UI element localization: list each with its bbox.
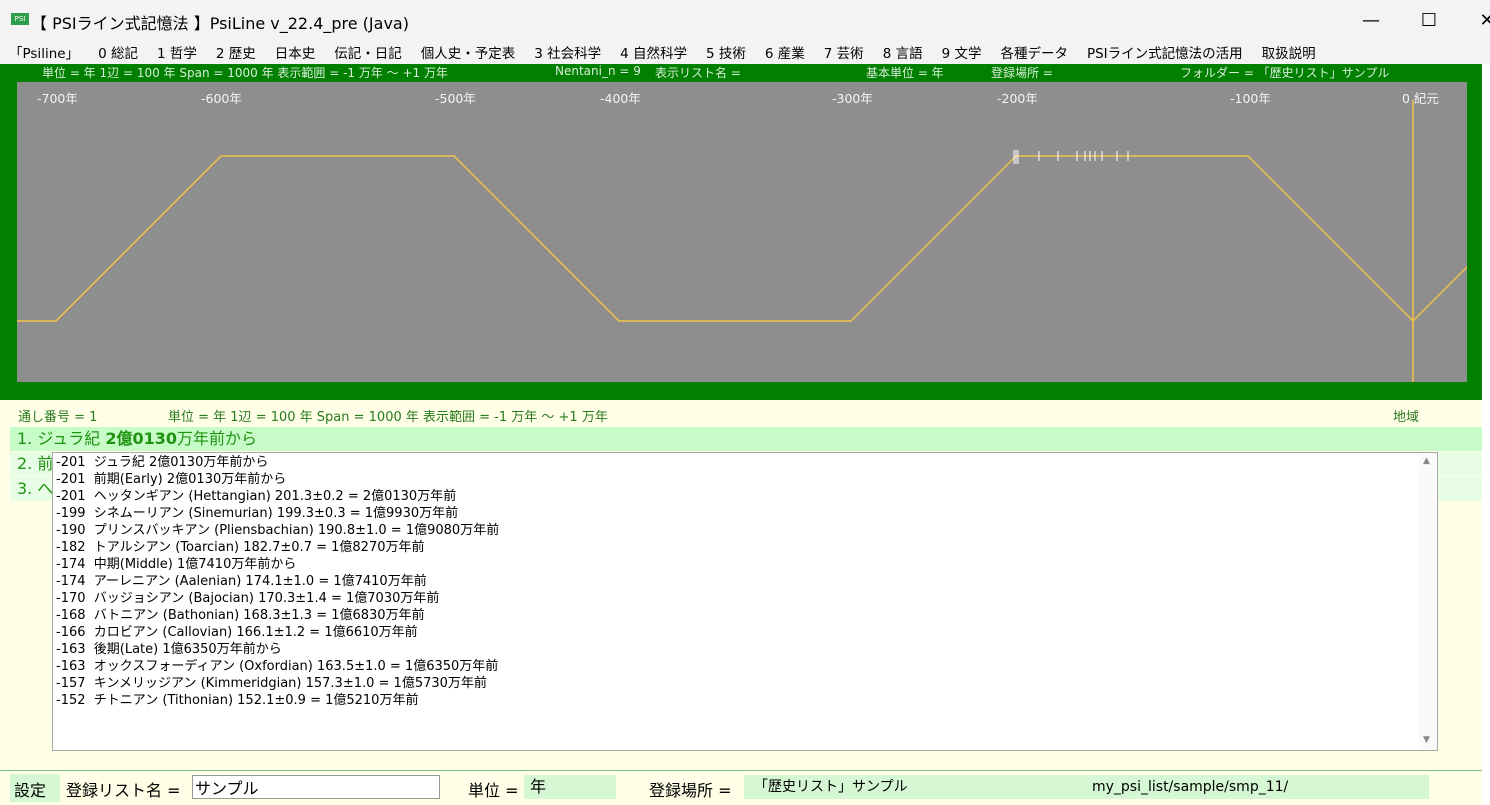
- scrollbar[interactable]: ▲ ▼: [1419, 453, 1437, 750]
- list-item: -168 バトニアン (Bathonian) 168.3±1.3 = 1億683…: [56, 608, 425, 623]
- status-unit-span: 単位 = 年 1辺 = 100 年 Span = 1000 年 表示範囲 = -…: [168, 410, 608, 425]
- entry-suffix: 万年前から: [177, 429, 258, 448]
- unit-value: 年: [524, 775, 616, 799]
- menu-item[interactable]: 2 歴史: [216, 42, 256, 62]
- menu-item[interactable]: 「Psiline」: [9, 42, 79, 62]
- minimize-button[interactable]: —: [1342, 0, 1400, 40]
- menu-item[interactable]: 伝記・日記: [334, 42, 402, 62]
- list-item: -174 アーレニアン (Aalenian) 174.1±1.0 = 1億741…: [56, 574, 427, 589]
- app-icon: PSI: [11, 13, 29, 25]
- settings-bar: 設定 登録リスト名 = 単位 = 年 登録場所 = 「歴史リスト」サンプル my…: [0, 770, 1482, 805]
- status-row: 通し番号 = 1 単位 = 年 1辺 = 100 年 Span = 1000 年…: [0, 404, 1482, 425]
- menu-bar: 「Psiline」 0 総記 1 哲学 2 歴史 日本史 伝記・日記 個人史・予定表 3 社会…: [0, 40, 1490, 64]
- event-ticks: [1013, 150, 1129, 164]
- timeline-unit-span: 単位 = 年 1辺 = 100 年 Span = 1000 年 表示範囲 = -…: [42, 66, 448, 80]
- scroll-down-icon[interactable]: ▼: [1423, 735, 1430, 745]
- list-item: -201 前期(Early) 2億0130万年前から: [56, 472, 287, 487]
- menu-item[interactable]: 6 産業: [765, 42, 805, 62]
- place-path: my_psi_list/sample/smp_11/: [1092, 779, 1289, 795]
- list-item: -166 カロビアン (Callovian) 166.1±1.2 = 1億661…: [56, 625, 418, 640]
- list-item: -170 バッジョシアン (Bajocian) 170.3±1.4 = 1億70…: [56, 591, 440, 606]
- list-item: -190 プリンスバッキアン (Pliensbachian) 190.8±1.0…: [56, 523, 500, 538]
- close-button[interactable]: ✕: [1458, 0, 1490, 40]
- region-label: 地域: [1393, 410, 1420, 425]
- list-item: -157 キンメリッジアン (Kimmeridgian) 157.3±1.0 =…: [56, 676, 487, 691]
- list-item: -201 ヘッタンギアン (Hettangian) 201.3±0.2 = 2億…: [56, 489, 457, 504]
- detail-list: -201 ジュラ紀 2億0130万年前から -201 前期(Early) 2億01…: [56, 454, 1416, 709]
- list-item: -174 中期(Middle) 1億7410万年前から: [56, 557, 297, 572]
- place-label: 登録場所 =: [649, 781, 732, 800]
- window-title: 【 PSIライン式記憶法 】PsiLine v_22.4_pre (Java): [31, 14, 409, 33]
- place-value: 「歴史リスト」サンプル my_psi_list/sample/smp_11/: [744, 775, 1429, 799]
- title-bar: PSI 【 PSIライン式記憶法 】PsiLine v_22.4_pre (Ja…: [0, 0, 1490, 40]
- list-item: -201 ジュラ紀 2億0130万年前から: [56, 455, 269, 470]
- timeline-folder: フォルダー = 「歴史リスト」サンプル: [1180, 66, 1390, 80]
- list-item: -163 オックスフォーディアン (Oxfordian) 163.5±1.0 =…: [56, 659, 499, 674]
- list-item: -199 シネムーリアン (Sinemurian) 199.3±0.3 = 1億…: [56, 506, 459, 521]
- menu-item[interactable]: 4 自然科学: [620, 42, 687, 62]
- menu-item[interactable]: 各種データ: [1000, 42, 1068, 62]
- reglist-input[interactable]: [192, 775, 440, 799]
- list-item: -182 トアルシアン (Toarcian) 182.7±0.7 = 1億827…: [56, 540, 425, 555]
- timeline-base-unit: 基本単位 = 年: [866, 66, 944, 80]
- timeline-reg-place: 登録場所 =: [991, 66, 1053, 80]
- list-item: -152 チトニアン (Tithonian) 152.1±0.9 = 1億521…: [56, 693, 419, 708]
- timeline-list-name: 表示リスト名 =: [655, 66, 741, 80]
- menu-item[interactable]: PSIライン式記憶法の活用: [1087, 42, 1243, 62]
- serial-number: 通し番号 = 1: [18, 410, 98, 425]
- list-item[interactable]: 1. ジュラ紀 2億0130万年前から: [10, 427, 1482, 451]
- menu-item[interactable]: 3 社会科学: [534, 42, 601, 62]
- timeline-path: [17, 155, 1467, 323]
- unit-label: 単位 =: [468, 781, 519, 800]
- menu-item[interactable]: 個人史・予定表: [421, 42, 516, 62]
- scroll-up-icon[interactable]: ▲: [1423, 456, 1430, 466]
- menu-item[interactable]: 日本史: [275, 42, 316, 62]
- menu-item[interactable]: 1 哲学: [157, 42, 197, 62]
- menu-item[interactable]: 9 文学: [942, 42, 982, 62]
- menu-item[interactable]: 取扱説明: [1262, 42, 1316, 62]
- timeline-chart[interactable]: -700年 -600年 -500年 -400年 -300年 -200年 -100…: [17, 82, 1467, 382]
- place-name: 「歴史リスト」サンプル: [754, 779, 908, 795]
- detail-text-area[interactable]: -201 ジュラ紀 2億0130万年前から -201 前期(Early) 2億01…: [52, 452, 1438, 751]
- maximize-button[interactable]: ☐: [1400, 0, 1458, 40]
- list-item: -163 後期(Late) 1億6350万年前から: [56, 642, 282, 657]
- reglist-label: 登録リスト名 =: [66, 781, 181, 800]
- menu-item[interactable]: 7 芸術: [824, 42, 864, 62]
- timeline-panel: 単位 = 年 1辺 = 100 年 Span = 1000 年 表示範囲 = -…: [0, 64, 1482, 400]
- menu-item[interactable]: 5 技術: [706, 42, 746, 62]
- entry-date: 2億0130: [105, 429, 177, 448]
- menu-item[interactable]: 0 総記: [98, 42, 138, 62]
- entry-title: 1. ジュラ紀: [17, 429, 106, 448]
- settings-button[interactable]: 設定: [14, 777, 46, 801]
- menu-item[interactable]: 8 言語: [883, 42, 923, 62]
- timeline-line-graphic: [17, 100, 1467, 382]
- timeline-info-bar: 単位 = 年 1辺 = 100 年 Span = 1000 年 表示範囲 = -…: [0, 64, 1482, 80]
- timeline-nentani: Nentani_n = 9: [555, 64, 641, 78]
